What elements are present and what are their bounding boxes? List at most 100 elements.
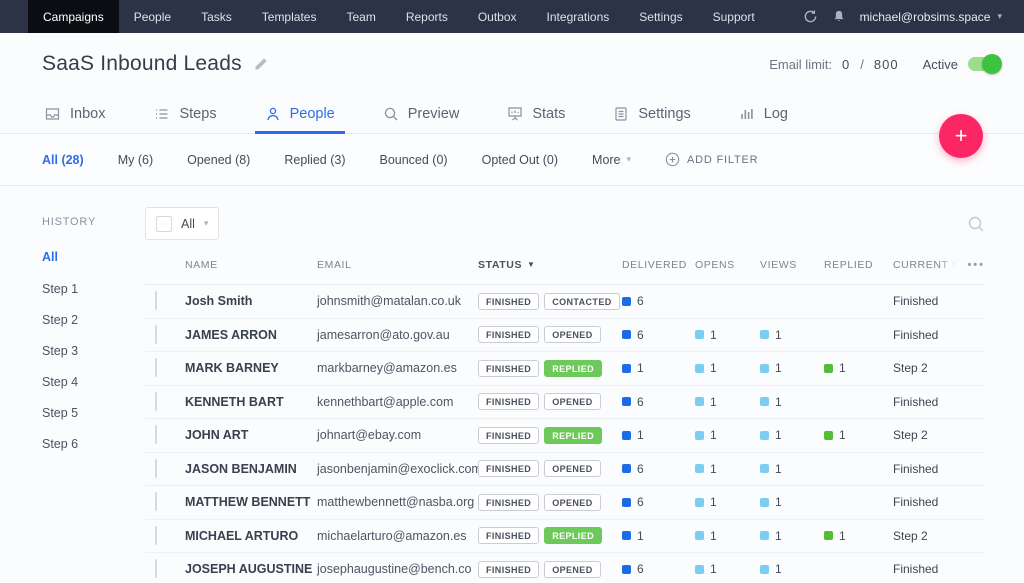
filter-opened-8[interactable]: Opened (8) — [187, 153, 250, 167]
replied-count: 1 — [839, 529, 846, 543]
account-menu[interactable]: michael@robsims.space ▾ — [860, 10, 1002, 24]
sidebar-item-step-5[interactable]: Step 5 — [42, 406, 145, 420]
row-checkbox[interactable] — [155, 425, 157, 444]
nav-item-campaigns[interactable]: Campaigns — [28, 0, 119, 33]
nav-item-tasks[interactable]: Tasks — [186, 0, 247, 33]
opens-square-icon — [695, 531, 704, 540]
row-checkbox[interactable] — [155, 358, 157, 377]
prospect-email: kennethbart@apple.com — [317, 395, 478, 409]
row-checkbox-cell — [145, 359, 185, 377]
table-row[interactable]: JOSEPH AUGUSTINEjosephaugustine@bench.co… — [145, 553, 985, 583]
table-row[interactable]: JASON BENJAMINjasonbenjamin@exoclick.com… — [145, 453, 985, 487]
delivered-count-cell: 1 — [622, 529, 695, 543]
prospect-name: JOHN ART — [185, 428, 317, 442]
more-columns-ellipsis-icon[interactable]: ••• — [967, 259, 985, 271]
nav-item-people[interactable]: People — [119, 0, 186, 33]
prospect-name: Josh Smith — [185, 294, 317, 308]
filter-replied-3[interactable]: Replied (3) — [284, 153, 345, 167]
status-badge-opened: OPENED — [544, 393, 600, 410]
current-step: Finished — [893, 294, 985, 308]
views-count: 1 — [775, 395, 782, 409]
tab-settings[interactable]: Settings — [611, 95, 692, 133]
tab-inbox[interactable]: Inbox — [42, 95, 107, 133]
tab-label: People — [290, 106, 335, 122]
sidebar-item-step-1[interactable]: Step 1 — [42, 282, 145, 296]
row-checkbox[interactable] — [155, 526, 157, 545]
filter-my-6[interactable]: My (6) — [118, 153, 153, 167]
content: HISTORY AllStep 1Step 2Step 3Step 4Step … — [0, 186, 1024, 583]
top-nav-items: CampaignsPeopleTasksTemplatesTeamReports… — [28, 0, 770, 33]
filter-bounced-0[interactable]: Bounced (0) — [379, 153, 447, 167]
bulk-select-dropdown[interactable]: All ▾ — [145, 207, 219, 240]
filter-more-dropdown[interactable]: More ▾ — [592, 153, 631, 167]
tab-stats[interactable]: Stats — [505, 95, 567, 133]
current-step: Finished — [893, 462, 985, 476]
nav-item-settings[interactable]: Settings — [624, 0, 697, 33]
row-checkbox-cell — [145, 426, 185, 444]
filter-all-28[interactable]: All (28) — [42, 153, 84, 167]
table-row[interactable]: KENNETH BARTkennethbart@apple.comFINISHE… — [145, 386, 985, 420]
top-nav: CampaignsPeopleTasksTemplatesTeamReports… — [0, 0, 1024, 33]
tab-people[interactable]: People — [263, 95, 337, 133]
table-row[interactable]: Josh Smithjohnsmith@matalan.co.ukFINISHE… — [145, 285, 985, 319]
replied-count-cell: 1 — [824, 361, 893, 375]
nav-item-templates[interactable]: Templates — [247, 0, 332, 33]
campaign-active-toggle[interactable] — [968, 57, 1000, 71]
nav-item-integrations[interactable]: Integrations — [532, 0, 625, 33]
column-header-replied: REPLIED — [824, 259, 893, 271]
sidebar-item-step-6[interactable]: Step 6 — [42, 437, 145, 451]
tab-preview[interactable]: Preview — [381, 95, 462, 133]
add-prospect-fab[interactable]: + — [939, 114, 983, 158]
nav-item-reports[interactable]: Reports — [391, 0, 463, 33]
status-badges: FINISHEDOPENED — [478, 326, 622, 343]
notifications-bell-icon[interactable] — [832, 9, 846, 24]
row-checkbox[interactable] — [155, 459, 157, 478]
delivered-count: 6 — [637, 294, 644, 308]
edit-title-pencil-icon[interactable] — [254, 57, 268, 71]
views-count: 1 — [775, 562, 782, 576]
sidebar-items: All Step 1 Step 2 Step 3 Step 4 Step 5 Step 6 — [42, 250, 145, 451]
nav-item-team[interactable]: Team — [331, 0, 390, 33]
sidebar-item-step-2[interactable]: Step 2 — [42, 313, 145, 327]
delivered-count-cell: 1 — [622, 428, 695, 442]
views-count: 1 — [775, 529, 782, 543]
nav-item-outbox[interactable]: Outbox — [463, 0, 532, 33]
people-table-area: All ▾ NAME EMAIL STATUS ▼ DELIVERED OPEN… — [145, 186, 1024, 583]
sidebar-item-step-3[interactable]: Step 3 — [42, 344, 145, 358]
nav-item-support[interactable]: Support — [698, 0, 770, 33]
tab-log[interactable]: Log — [737, 95, 790, 133]
column-header-status[interactable]: STATUS ▼ — [478, 259, 622, 271]
opens-count: 1 — [710, 562, 717, 576]
table-row[interactable]: MATTHEW BENNETTmatthewbennett@nasba.orgF… — [145, 486, 985, 520]
refresh-icon[interactable] — [803, 9, 818, 24]
prospect-email: matthewbennett@nasba.org — [317, 495, 478, 509]
stats-icon — [507, 106, 523, 122]
filter-opted-out-0[interactable]: Opted Out (0) — [482, 153, 558, 167]
tab-steps[interactable]: Steps — [151, 95, 218, 133]
row-checkbox[interactable] — [155, 559, 157, 578]
add-filter-button[interactable]: ADD FILTER — [665, 152, 758, 167]
prospect-name: JAMES ARRON — [185, 328, 317, 342]
prospect-email: johnsmith@matalan.co.uk — [317, 294, 478, 308]
sidebar-item-all[interactable]: All — [42, 250, 145, 264]
current-step: Step 2 — [893, 428, 985, 442]
table-row[interactable]: JAMES ARRONjamesarron@ato.gov.auFINISHED… — [145, 319, 985, 353]
sidebar-item-step-4[interactable]: Step 4 — [42, 375, 145, 389]
row-checkbox[interactable] — [155, 325, 157, 344]
select-all-checkbox[interactable] — [156, 216, 172, 232]
status-badge-finished: FINISHED — [478, 360, 539, 377]
settings-icon — [613, 106, 629, 122]
search-icon[interactable] — [967, 215, 985, 233]
row-checkbox[interactable] — [155, 392, 157, 411]
status-badge-finished: FINISHED — [478, 393, 539, 410]
opens-count: 1 — [710, 428, 717, 442]
replied-count: 1 — [839, 428, 846, 442]
table-row[interactable]: JOHN ARTjohnart@ebay.comFINISHEDREPLIED1… — [145, 419, 985, 453]
column-header-delivered: DELIVERED — [622, 259, 695, 271]
status-badge-finished: FINISHED — [478, 561, 539, 578]
row-checkbox[interactable] — [155, 291, 157, 310]
row-checkbox[interactable] — [155, 492, 157, 511]
table-row[interactable]: MARK BARNEYmarkbarney@amazon.esFINISHEDR… — [145, 352, 985, 386]
table-row[interactable]: MICHAEL ARTUROmichaelarturo@amazon.esFIN… — [145, 520, 985, 554]
delivered-square-icon — [622, 531, 631, 540]
